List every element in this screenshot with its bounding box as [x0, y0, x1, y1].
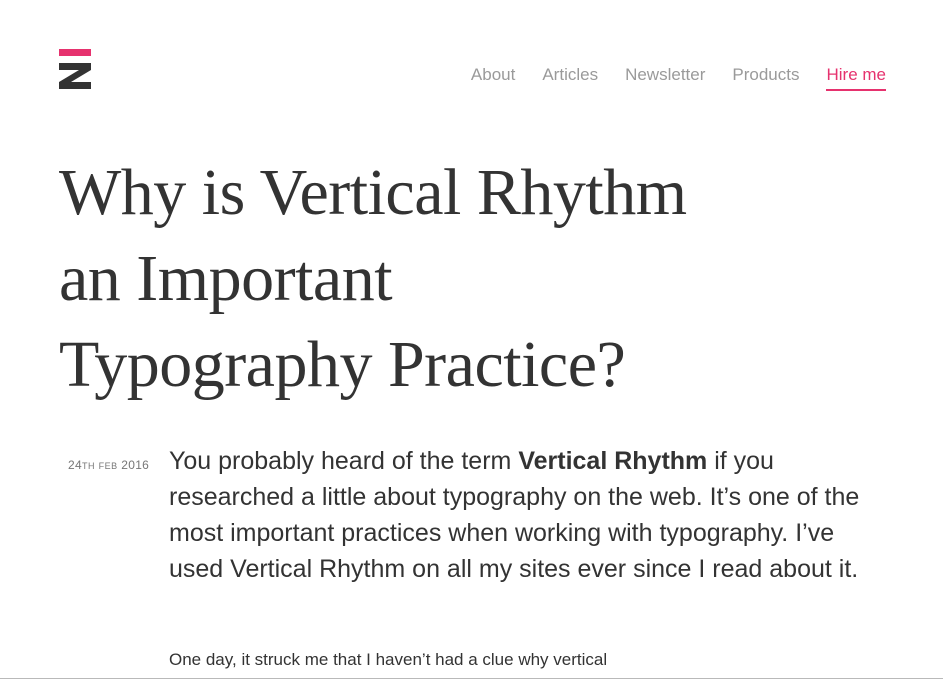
title-line-1: Why is Vertical Rhythm [59, 156, 687, 229]
body-paragraph: One day, it struck me that I haven’t had… [169, 647, 729, 673]
title-line-2: an Important [59, 242, 393, 315]
z-logo-icon[interactable] [59, 49, 91, 89]
main-nav: About Articles Newsletter Products Hire … [444, 64, 886, 91]
nav-link-hire-me[interactable]: Hire me [826, 64, 886, 91]
lead-paragraph: You probably heard of the term Vertical … [169, 443, 881, 587]
nav-link-about[interactable]: About [471, 64, 515, 89]
nav-link-articles[interactable]: Articles [542, 64, 598, 89]
nav-link-newsletter[interactable]: Newsletter [625, 64, 705, 89]
nav-link-products[interactable]: Products [732, 64, 799, 89]
body-line-1: One day, it struck me that I haven’t had… [169, 650, 608, 669]
lead-highlight: Vertical Rhythm [518, 447, 708, 475]
title-line-3: Typography Practice? [59, 328, 626, 401]
lead-text-before: You probably heard of the term [169, 447, 519, 475]
article-date: 24th feb 2016 [68, 458, 149, 472]
article-title: Why is Vertical Rhythm an Important Typogr… [59, 150, 819, 408]
date-month: feb [98, 461, 118, 471]
date-day: 24 [68, 458, 82, 472]
date-suffix: th [81, 461, 95, 471]
date-year: 2016 [121, 458, 150, 472]
